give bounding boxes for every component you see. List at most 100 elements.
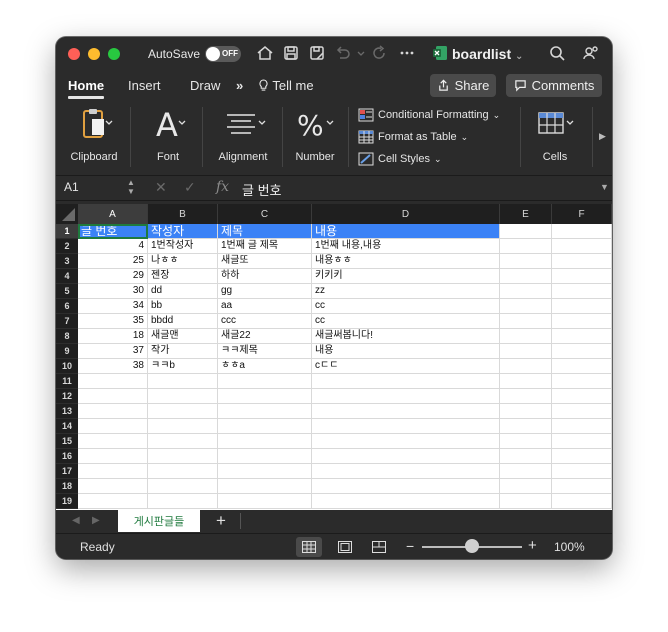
column-header-e[interactable]: E [500, 204, 552, 224]
table-cell[interactable]: cc [312, 299, 500, 314]
table-cell[interactable]: 1번째 내용,내용 [312, 239, 500, 254]
empty-cell[interactable] [500, 239, 552, 254]
empty-cell[interactable] [312, 449, 500, 464]
empty-cell[interactable] [218, 464, 312, 479]
page-layout-view-button[interactable] [332, 537, 358, 557]
alignment-group[interactable]: Alignment [208, 101, 278, 175]
clipboard-group[interactable]: Clipboard [62, 101, 126, 175]
table-cell[interactable]: ㅎㅎa [218, 359, 312, 374]
table-cell[interactable]: 1번작성자 [148, 239, 218, 254]
table-cell[interactable]: gg [218, 284, 312, 299]
empty-cell[interactable] [500, 374, 552, 389]
autosave-toggle[interactable]: OFF [205, 46, 241, 62]
empty-cell[interactable] [552, 299, 612, 314]
tab-draw[interactable]: Draw [190, 78, 220, 93]
table-cell[interactable]: 30 [78, 284, 148, 299]
name-box[interactable]: A1 [64, 180, 79, 194]
table-cell[interactable]: 25 [78, 254, 148, 269]
comments-button[interactable]: Comments [506, 74, 602, 97]
table-cell[interactable]: aa [218, 299, 312, 314]
empty-cell[interactable] [500, 314, 552, 329]
empty-cell[interactable] [312, 419, 500, 434]
save-icon[interactable] [282, 44, 300, 62]
tab-insert[interactable]: Insert [128, 78, 161, 93]
table-cell[interactable]: 18 [78, 329, 148, 344]
table-cell[interactable]: ㅋㅋb [148, 359, 218, 374]
row-header[interactable]: 1 [56, 224, 78, 239]
table-cell[interactable]: ccc [218, 314, 312, 329]
tell-me[interactable]: Tell me [258, 78, 314, 93]
row-header[interactable]: 4 [56, 269, 78, 284]
empty-cell[interactable] [500, 494, 552, 509]
table-cell[interactable]: bb [148, 299, 218, 314]
table-cell[interactable]: 내용 [312, 344, 500, 359]
zoom-slider-handle[interactable] [465, 539, 479, 553]
empty-cell[interactable] [500, 434, 552, 449]
conditional-formatting-button[interactable]: Conditional Formatting ⌄ [358, 106, 500, 124]
filename-title[interactable]: boardlist ⌄ [452, 46, 562, 64]
empty-cell[interactable] [552, 434, 612, 449]
table-cell[interactable]: 나ㅎㅎ [148, 254, 218, 269]
empty-cell[interactable] [148, 419, 218, 434]
table-cell[interactable]: 키키키 [312, 269, 500, 284]
table-cell[interactable]: 4 [78, 239, 148, 254]
row-header[interactable]: 9 [56, 344, 78, 359]
zoom-in-button[interactable]: + [528, 537, 537, 554]
share-people-icon[interactable] [582, 44, 600, 62]
empty-cell[interactable] [148, 479, 218, 494]
empty-cell[interactable] [312, 389, 500, 404]
next-sheet-icon[interactable]: ▶ [92, 515, 100, 526]
row-header[interactable]: 3 [56, 254, 78, 269]
empty-cell[interactable] [552, 389, 612, 404]
add-sheet-button[interactable]: + [216, 511, 226, 531]
table-cell[interactable]: 새글22 [218, 329, 312, 344]
close-window-button[interactable] [68, 48, 80, 60]
column-header-b[interactable]: B [148, 204, 218, 224]
minimize-window-button[interactable] [88, 48, 100, 60]
empty-cell[interactable] [500, 404, 552, 419]
empty-cell[interactable] [78, 389, 148, 404]
empty-cell[interactable] [78, 479, 148, 494]
insert-function-icon[interactable]: fx [216, 179, 229, 195]
empty-cell[interactable] [500, 299, 552, 314]
empty-cell[interactable] [552, 404, 612, 419]
empty-cell[interactable] [218, 374, 312, 389]
table-cell[interactable]: 38 [78, 359, 148, 374]
table-cell[interactable]: ㅋㅋ제목 [218, 344, 312, 359]
table-cell[interactable]: cc [312, 314, 500, 329]
table-cell[interactable]: 1번째 글 제목 [218, 239, 312, 254]
empty-cell[interactable] [78, 374, 148, 389]
empty-cell[interactable] [312, 479, 500, 494]
row-header[interactable]: 11 [56, 374, 78, 389]
table-cell[interactable]: 29 [78, 269, 148, 284]
table-cell[interactable]: 37 [78, 344, 148, 359]
row-header[interactable]: 2 [56, 239, 78, 254]
format-as-table-button[interactable]: Format as Table ⌄ [358, 128, 468, 146]
row-header[interactable]: 12 [56, 389, 78, 404]
table-cell[interactable]: bbdd [148, 314, 218, 329]
empty-cell[interactable] [500, 419, 552, 434]
table-cell[interactable]: cㄷㄷ [312, 359, 500, 374]
empty-cell[interactable] [218, 494, 312, 509]
header-cell[interactable]: 작성자 [148, 224, 218, 239]
zoom-window-button[interactable] [108, 48, 120, 60]
more-tabs-icon[interactable]: » [236, 78, 243, 93]
name-box-stepper-icon[interactable]: ▲ ▼ [127, 178, 135, 196]
row-header[interactable]: 16 [56, 449, 78, 464]
empty-cell[interactable] [312, 374, 500, 389]
select-all-corner[interactable] [56, 204, 78, 224]
empty-cell[interactable] [552, 254, 612, 269]
empty-cell[interactable] [78, 464, 148, 479]
cancel-icon[interactable]: ✕ [155, 179, 167, 196]
empty-cell[interactable] [552, 494, 612, 509]
empty-cell[interactable] [552, 314, 612, 329]
home-icon[interactable] [256, 44, 274, 62]
header-cell[interactable] [500, 224, 552, 239]
row-header[interactable]: 5 [56, 284, 78, 299]
empty-cell[interactable] [148, 374, 218, 389]
expand-formula-bar-icon[interactable]: ▼ [600, 182, 609, 192]
row-header[interactable]: 19 [56, 494, 78, 509]
table-cell[interactable]: 젠장 [148, 269, 218, 284]
empty-cell[interactable] [78, 419, 148, 434]
table-cell[interactable]: 하하 [218, 269, 312, 284]
